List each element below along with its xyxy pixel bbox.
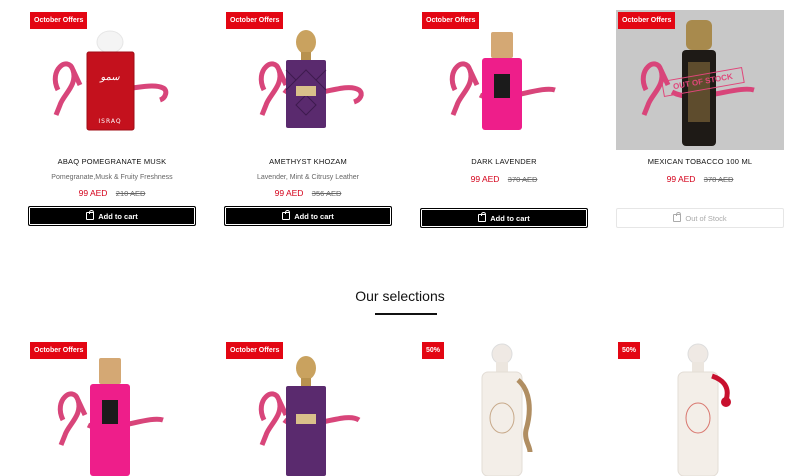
offer-badge: October Offers xyxy=(226,342,284,359)
ribbon-bottle-illustration xyxy=(258,356,361,476)
price-row: 99 AED 356 AED xyxy=(224,188,392,198)
offer-badge: October Offers xyxy=(226,12,284,29)
product-image[interactable]: October Offers xyxy=(224,10,392,150)
original-price: 210 AED xyxy=(115,189,146,198)
bottle-illustration xyxy=(677,343,731,476)
product-image[interactable]: October Offers xyxy=(224,340,392,476)
product-notes: Lavender, Mint & Citrusy Leather xyxy=(257,174,359,181)
add-to-cart-button[interactable]: Add to cart xyxy=(420,208,588,228)
section-title: Our selections xyxy=(355,288,445,304)
offer-badge: October Offers xyxy=(30,342,88,359)
product-listing-page: October Offers ﺳﻤﻮ ISRAQ ABAQ POMEGRANAT… xyxy=(0,0,800,476)
shopping-bag-icon xyxy=(478,212,487,222)
product-image[interactable]: October Offers OUT OF STOCK xyxy=(616,10,784,150)
product-name[interactable]: ABAQ POMEGRANATE MUSK xyxy=(28,157,196,166)
product-card[interactable]: October Offers AMETHYST KHOZAM Lavender,… xyxy=(224,10,392,228)
add-to-cart-label: Add to cart xyxy=(490,213,530,223)
product-card[interactable]: 50% xyxy=(616,340,784,476)
price-row: 99 AED 210 AED xyxy=(28,188,196,198)
product-card[interactable]: October Offers xyxy=(28,340,196,476)
product-card[interactable]: October Offers ﺳﻤﻮ ISRAQ ABAQ POMEGRANAT… xyxy=(28,10,196,228)
product-image[interactable]: October Offers xyxy=(28,340,196,476)
add-to-cart-label: Add to cart xyxy=(294,211,334,221)
svg-text:ﺳﻤﻮ: ﺳﻤﻮ xyxy=(98,72,120,83)
product-name[interactable]: AMETHYST KHOZAM xyxy=(224,157,392,166)
offer-badge: October Offers xyxy=(618,12,676,29)
price-row: 99 AED 378 AED xyxy=(616,174,784,184)
product-card[interactable]: October Offers DARK LAVENDER 99 AED 370 … xyxy=(420,10,588,228)
sale-price: 99 AED xyxy=(666,174,696,184)
sale-price: 99 AED xyxy=(470,174,500,184)
product-name[interactable]: DARK LAVENDER xyxy=(420,157,588,166)
product-image[interactable]: October Offers ﺳﻤﻮ ISRAQ xyxy=(28,10,196,150)
product-grid-top: October Offers ﺳﻤﻮ ISRAQ ABAQ POMEGRANAT… xyxy=(28,10,784,228)
bottle-illustration xyxy=(481,343,533,476)
shopping-bag-icon xyxy=(86,210,95,220)
product-card[interactable]: 50% xyxy=(420,340,588,476)
ribbon-bottle-illustration xyxy=(449,32,556,130)
price-row: 99 AED 370 AED xyxy=(420,174,588,184)
svg-text:ISRAQ: ISRAQ xyxy=(98,118,121,125)
original-price: 356 AED xyxy=(311,189,342,198)
add-to-cart-button[interactable]: Add to cart xyxy=(224,206,392,226)
shopping-bag-icon xyxy=(673,212,682,222)
section-divider xyxy=(375,313,437,315)
sale-price: 99 AED xyxy=(274,188,304,198)
sale-price: 99 AED xyxy=(78,188,108,198)
product-image[interactable]: 50% xyxy=(616,340,784,476)
out-of-stock-label: Out of Stock xyxy=(685,213,727,223)
product-image[interactable]: October Offers xyxy=(420,10,588,150)
add-to-cart-label: Add to cart xyxy=(98,211,138,221)
discount-badge: 50% xyxy=(618,342,641,359)
discount-badge: 50% xyxy=(422,342,445,359)
add-to-cart-button[interactable]: Add to cart xyxy=(28,206,196,226)
out-of-stock-button[interactable]: Out of Stock xyxy=(616,208,784,228)
offer-badge: October Offers xyxy=(422,12,480,29)
ribbon-bottle-illustration xyxy=(258,30,364,128)
product-notes: Pomegranate,Musk & Fruity Freshness xyxy=(51,174,173,181)
ribbon-bottle-illustration: ﺳﻤﻮ ISRAQ xyxy=(52,30,169,131)
ribbon-bottle-illustration xyxy=(57,358,164,476)
product-grid-bottom: October Offers October Offers 50% 50% xyxy=(28,340,784,476)
product-image[interactable]: 50% xyxy=(420,340,588,476)
original-price: 378 AED xyxy=(703,175,734,184)
shopping-bag-icon xyxy=(282,210,291,220)
offer-badge: October Offers xyxy=(30,12,88,29)
product-name[interactable]: MEXICAN TOBACCO 100 ML xyxy=(616,157,784,166)
product-card[interactable]: October Offers OUT OF STOCK MEXICAN TOBA… xyxy=(616,10,784,228)
product-card[interactable]: October Offers xyxy=(224,340,392,476)
original-price: 370 AED xyxy=(507,175,538,184)
